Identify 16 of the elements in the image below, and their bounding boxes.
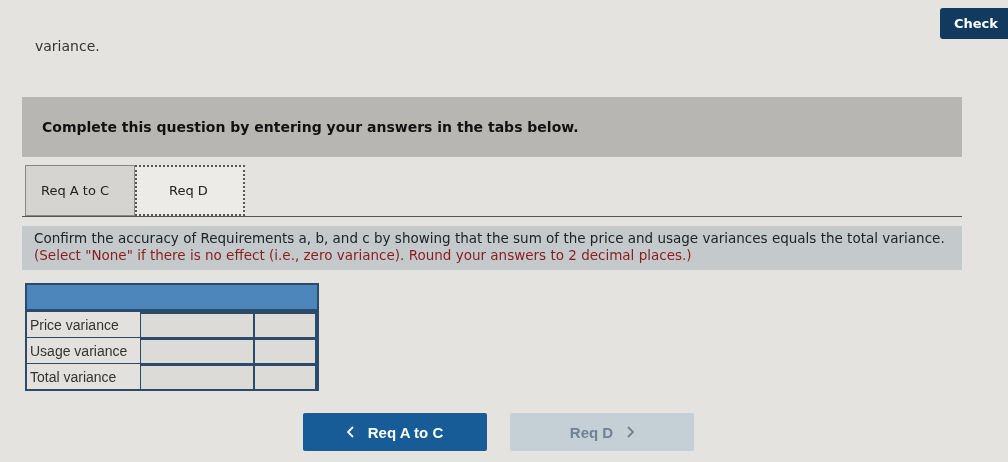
row-label: Total variance	[27, 364, 141, 389]
input-field[interactable]	[255, 338, 317, 363]
chevron-right-icon	[627, 426, 635, 438]
chevron-left-icon	[346, 426, 354, 438]
input-field[interactable]	[255, 312, 317, 337]
tab[interactable]: Req A to C	[25, 165, 135, 216]
input-field[interactable]	[141, 338, 255, 363]
instruction-banner: Complete this question by entering your answers in the tabs below.	[22, 97, 962, 157]
instruction-text: Confirm the accuracy of Requirements a, b, and c by showing that the sum of the price and usage variances equals the total variance. (Select "None" if there is no effect (i.e., zero variance). Round your answers to 2 decimal places.)	[22, 226, 962, 270]
nav-button[interactable]: Req A to C	[303, 413, 487, 451]
check-button[interactable]: Check	[940, 8, 1008, 39]
input-field[interactable]	[141, 312, 255, 337]
tab[interactable]: Req D	[135, 165, 245, 216]
input-field[interactable]	[141, 364, 255, 389]
intro-text: variance.	[35, 38, 100, 54]
input-field[interactable]	[255, 364, 317, 389]
